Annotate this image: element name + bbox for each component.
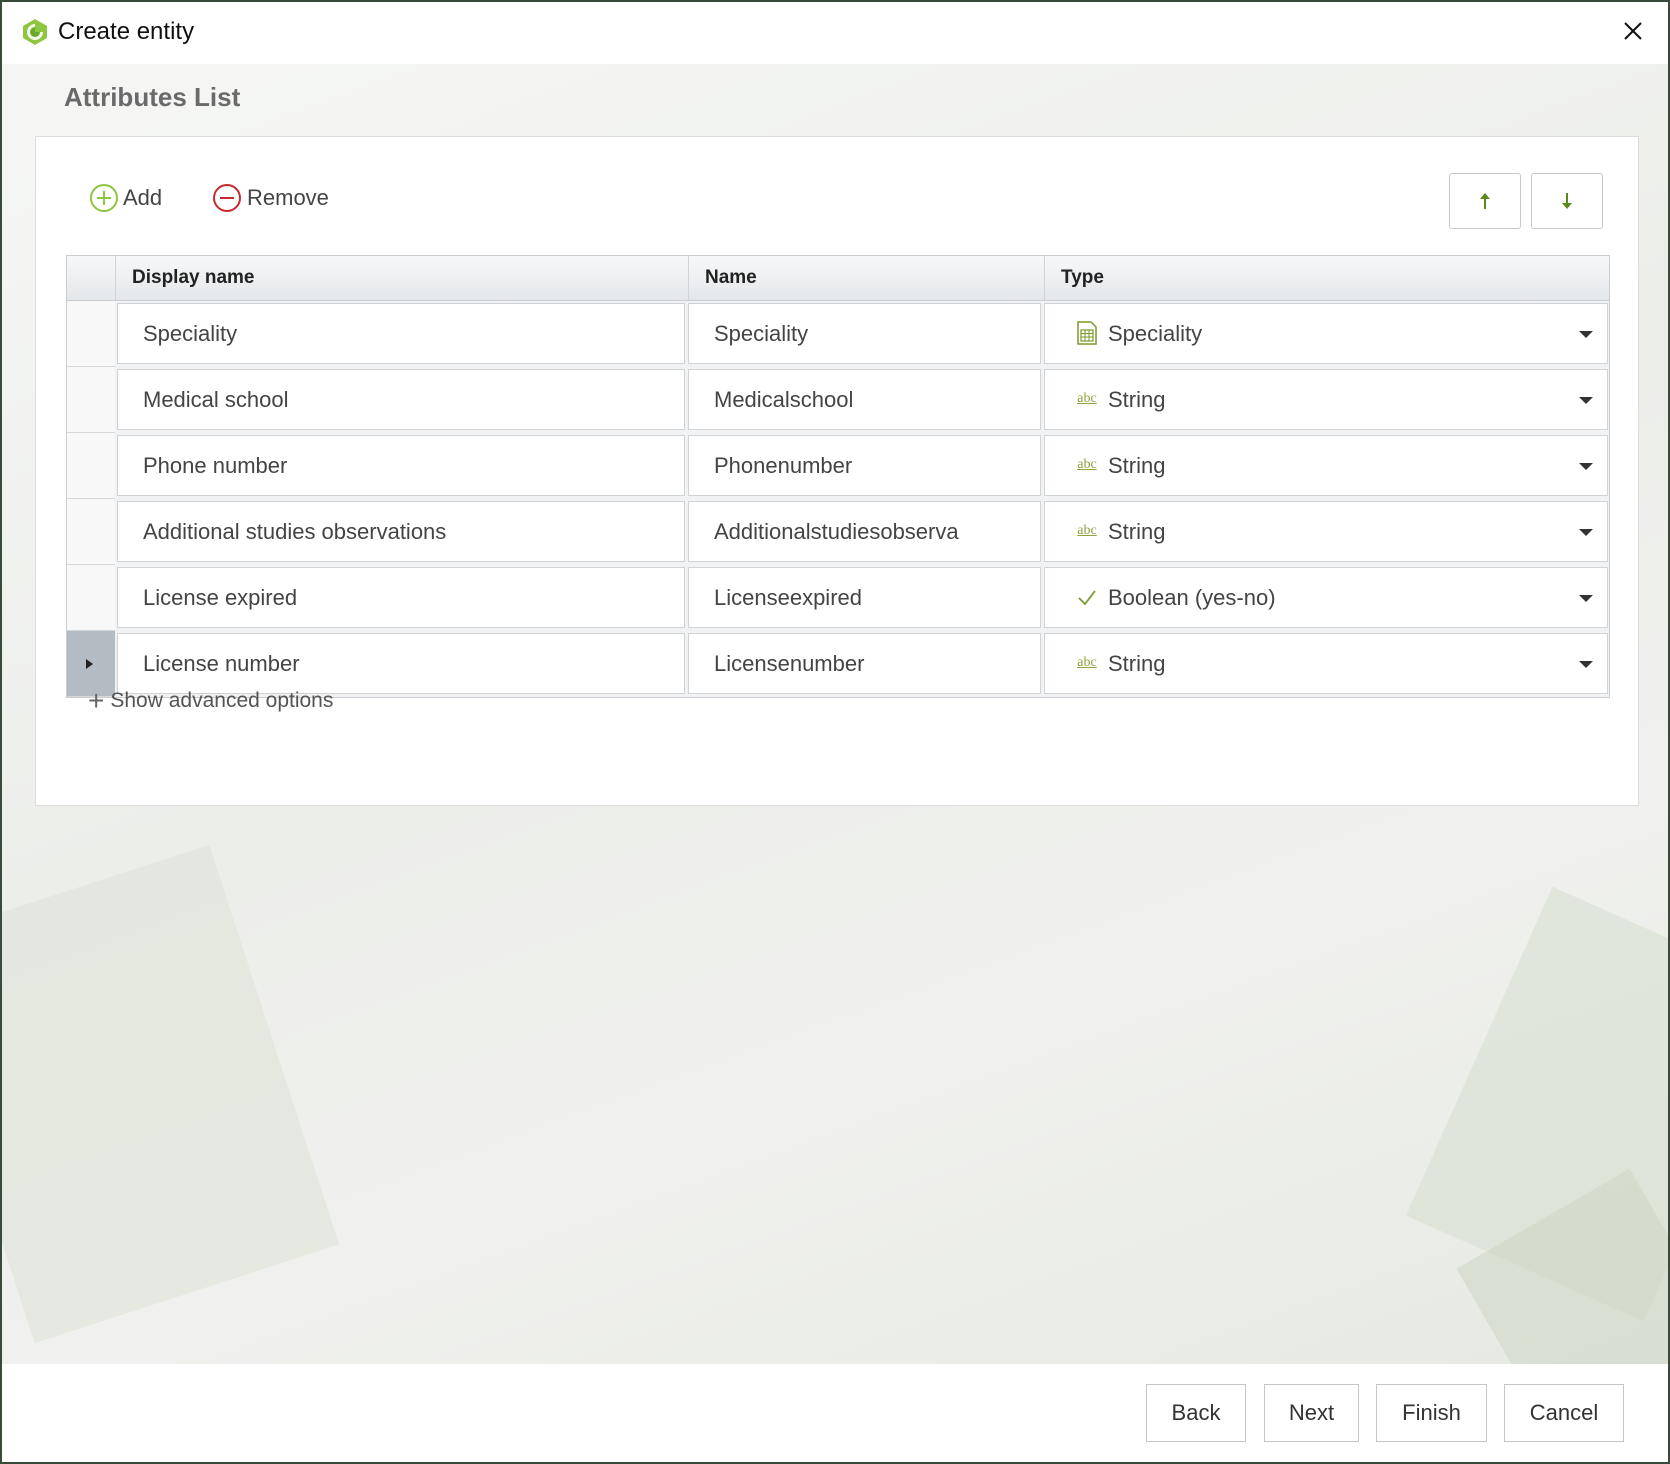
type-value: Speciality — [1108, 321, 1203, 346]
attributes-grid: Display name Name Type Speciality Specia… — [66, 255, 1610, 698]
add-label: Add — [123, 185, 163, 210]
display-name-cell[interactable]: Additional studies observations — [117, 501, 685, 562]
column-header-type[interactable]: Type — [1044, 256, 1609, 300]
check-icon — [1078, 590, 1096, 606]
type-value: String — [1108, 453, 1166, 478]
add-circle-icon — [90, 184, 118, 212]
next-button[interactable]: Next — [1264, 1384, 1359, 1442]
name-cell[interactable]: Speciality — [688, 303, 1041, 364]
finish-button[interactable]: Finish — [1376, 1384, 1487, 1442]
display-name-cell[interactable]: Speciality — [117, 303, 685, 364]
remove-label: Remove — [247, 185, 329, 210]
dropdown-caret-icon[interactable] — [1579, 661, 1593, 668]
name-cell[interactable]: Additionalstudiesobserva — [688, 501, 1041, 562]
table-row[interactable]: Phone number Phonenumber abc String — [67, 433, 1609, 499]
cancel-button[interactable]: Cancel — [1504, 1384, 1624, 1442]
back-button[interactable]: Back — [1146, 1384, 1246, 1442]
table-row[interactable]: License expired Licenseexpired Boolean (… — [67, 565, 1609, 631]
display-name-cell[interactable]: License expired — [117, 567, 685, 628]
attributes-panel: Add Remove Display name Name Type Specia… — [35, 136, 1639, 806]
dropdown-caret-icon[interactable] — [1579, 595, 1593, 602]
remove-circle-icon — [213, 184, 241, 212]
show-advanced-options-link[interactable]: + Show advanced options — [88, 685, 334, 716]
row-selector[interactable] — [67, 565, 115, 631]
dialog-footer: Back Next Finish Cancel — [2, 1364, 1668, 1462]
current-row-arrow-icon — [86, 659, 93, 669]
abc-icon: abc — [1077, 655, 1097, 671]
arrow-down-icon — [1562, 193, 1572, 209]
type-value: Boolean (yes-no) — [1108, 585, 1276, 610]
move-up-button[interactable] — [1449, 173, 1521, 229]
plus-icon: + — [88, 685, 105, 716]
type-dropdown[interactable]: abc String — [1044, 435, 1608, 496]
abc-icon: abc — [1077, 457, 1097, 473]
row-selector[interactable] — [67, 301, 115, 367]
dropdown-caret-icon[interactable] — [1579, 397, 1593, 404]
abc-icon: abc — [1077, 391, 1097, 407]
row-selector[interactable] — [67, 499, 115, 565]
table-row[interactable]: Speciality Speciality Speciality — [67, 301, 1609, 367]
type-dropdown[interactable]: Speciality — [1044, 303, 1608, 364]
dropdown-caret-icon[interactable] — [1579, 463, 1593, 470]
table-row[interactable]: Medical school Medicalschool abc String — [67, 367, 1609, 433]
display-name-cell[interactable]: Medical school — [117, 369, 685, 430]
arrow-up-icon — [1480, 193, 1490, 209]
type-value: String — [1108, 387, 1166, 412]
app-logo-icon — [23, 19, 47, 45]
type-dropdown[interactable]: abc String — [1044, 501, 1608, 562]
close-icon[interactable] — [1616, 14, 1650, 48]
add-button[interactable]: Add — [89, 181, 162, 215]
name-cell[interactable]: Licenseexpired — [688, 567, 1041, 628]
type-dropdown[interactable]: Boolean (yes-no) — [1044, 567, 1608, 628]
row-selector[interactable] — [67, 433, 115, 499]
dropdown-caret-icon[interactable] — [1579, 331, 1593, 338]
column-header-display-name[interactable]: Display name — [115, 256, 688, 300]
display-name-cell[interactable]: Phone number — [117, 435, 685, 496]
type-dropdown[interactable]: abc String — [1044, 369, 1608, 430]
type-dropdown[interactable]: abc String — [1044, 633, 1608, 694]
name-cell[interactable]: Licensenumber — [688, 633, 1041, 694]
name-cell[interactable]: Phonenumber — [688, 435, 1041, 496]
row-selector[interactable] — [67, 367, 115, 433]
display-name-cell[interactable]: License number — [117, 633, 685, 694]
table-row[interactable]: License number Licensenumber abc String — [67, 631, 1609, 697]
table-row[interactable]: Additional studies observations Addition… — [67, 499, 1609, 565]
dropdown-caret-icon[interactable] — [1579, 529, 1593, 536]
abc-icon: abc — [1077, 523, 1097, 539]
type-value: String — [1108, 651, 1166, 676]
column-header-name[interactable]: Name — [688, 256, 1044, 300]
move-down-button[interactable] — [1531, 173, 1603, 229]
create-entity-dialog: Create entity Attributes List Add Remove — [0, 0, 1670, 1464]
grid-header: Display name Name Type — [67, 256, 1609, 301]
remove-button[interactable]: Remove — [211, 181, 329, 215]
section-title: Attributes List — [64, 82, 241, 112]
type-value: String — [1108, 519, 1166, 544]
name-cell[interactable]: Medicalschool — [688, 369, 1041, 430]
window-title: Create entity — [58, 18, 195, 45]
table-icon — [1077, 321, 1097, 345]
title-bar: Create entity — [2, 2, 1668, 64]
advanced-label: Show advanced options — [110, 689, 334, 712]
